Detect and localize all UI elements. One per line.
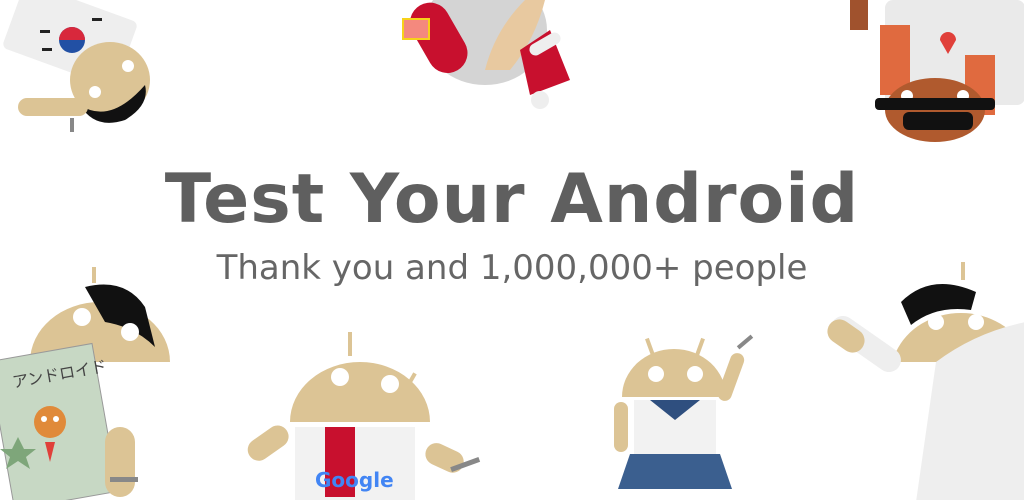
- android-magazine-illustration: アンドロイド: [0, 267, 170, 500]
- android-santa-illustration: [402, 0, 570, 109]
- android-korea-flag-illustration: [3, 0, 150, 132]
- banner-stage: Test Your Android Thank you and 1,000,00…: [0, 0, 1024, 500]
- android-google-shirt-illustration: Google: [247, 332, 481, 500]
- android-sailor-illustration: [614, 334, 754, 489]
- shirt-logo: Google: [315, 468, 394, 492]
- android-waving-illustration: [827, 262, 1024, 500]
- android-apron-illustration: [850, 0, 1024, 142]
- page-title: Test Your Android: [164, 160, 860, 239]
